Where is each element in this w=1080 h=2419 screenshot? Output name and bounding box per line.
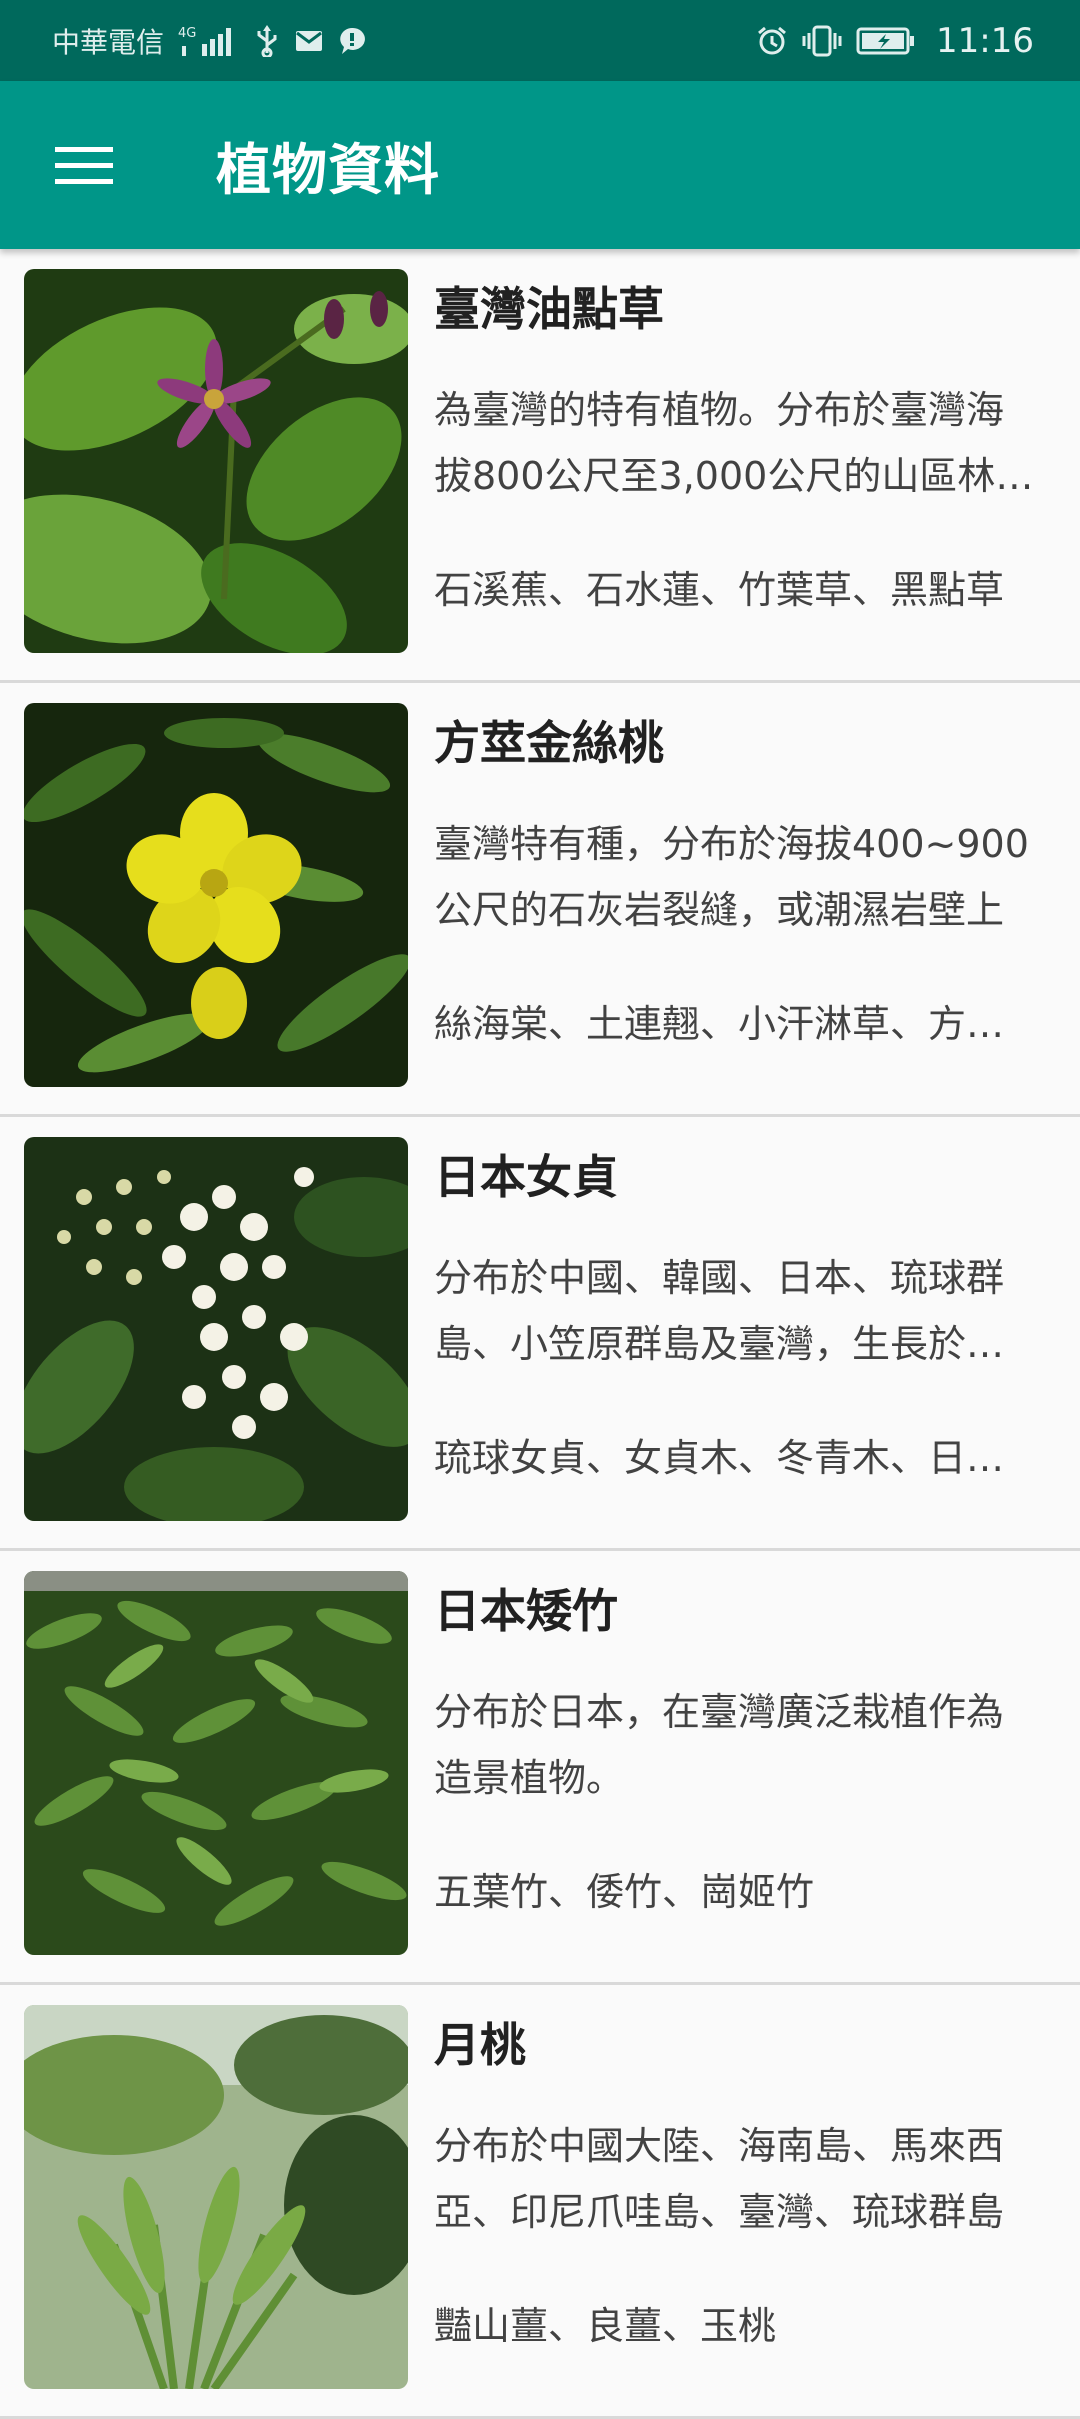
vibrate-icon — [802, 25, 842, 57]
plant-aliases: 絲海棠、土連翹、小汗淋草、方莖金絲桃 — [434, 1002, 1034, 1046]
plant-list-item[interactable]: 臺灣油點草 為臺灣的特有植物。分布於臺灣海拔800公尺至3,000公尺的山區林下… — [0, 249, 1080, 683]
plant-list-item[interactable]: 方莖金絲桃 臺灣特有種，分布於海拔400~900公尺的石灰岩裂縫，或潮濕岩壁上 … — [0, 683, 1080, 1117]
plant-thumbnail — [24, 269, 408, 653]
plant-thumbnail — [24, 703, 408, 1087]
plant-description: 分布於日本，在臺灣廣泛栽植作為造景植物。 — [434, 1690, 1005, 1800]
status-bar-left: 中華電信 4G — [52, 21, 366, 61]
plant-thumbnail — [24, 1137, 408, 1521]
plant-name: 日本矮竹 — [434, 1584, 618, 1638]
plant-description: 為臺灣的特有植物。分布於臺灣海拔800公尺至3,000公尺的山區林下或潮濕處 — [434, 388, 1034, 498]
mail-icon — [294, 28, 324, 54]
plant-aliases: 石溪蕉、石水蓮、竹葉草、黑點草 — [434, 568, 1005, 612]
signal-icon: 4G — [178, 24, 240, 58]
carrier-label: 中華電信 — [52, 25, 165, 59]
status-bar-right: 11:16 — [756, 21, 1034, 61]
status-bar: 中華電信 4G 11:16 — [0, 0, 1080, 81]
menu-button[interactable] — [0, 81, 170, 249]
plant-description: 分布於中國、韓國、日本、琉球群島、小笠原群島及臺灣，生長於低海拔森林 — [434, 1256, 1005, 1366]
plant-list[interactable]: 臺灣油點草 為臺灣的特有植物。分布於臺灣海拔800公尺至3,000公尺的山區林下… — [0, 249, 1080, 2419]
chat-icon — [338, 26, 366, 56]
battery-charging-icon — [856, 26, 916, 56]
usb-icon — [254, 24, 280, 57]
plant-name: 日本女貞 — [434, 1150, 618, 1204]
plant-aliases: 五葉竹、倭竹、崗姬竹 — [434, 1870, 815, 1914]
plant-name: 臺灣油點草 — [434, 282, 664, 336]
plant-thumbnail — [24, 1571, 408, 1955]
clock: 11:16 — [936, 20, 1034, 61]
plant-list-item[interactable]: 月桃 分布於中國大陸、海南島、馬來西亞、印尼爪哇島、臺灣、琉球群島 豔山薑、良薑… — [0, 1985, 1080, 2419]
plant-aliases: 豔山薑、良薑、玉桃 — [434, 2304, 777, 2348]
alarm-icon — [756, 25, 788, 57]
page-title: 植物資料 — [216, 138, 441, 202]
plant-name: 方莖金絲桃 — [434, 716, 664, 770]
plant-name: 月桃 — [434, 2018, 526, 2072]
plant-list-item[interactable]: 日本矮竹 分布於日本，在臺灣廣泛栽植作為造景植物。 五葉竹、倭竹、崗姬竹 — [0, 1551, 1080, 1985]
plant-description: 臺灣特有種，分布於海拔400~900公尺的石灰岩裂縫，或潮濕岩壁上 — [434, 822, 1029, 932]
plant-thumbnail — [24, 2005, 408, 2389]
hamburger-menu-icon — [55, 147, 113, 184]
network-type-label: 4G — [178, 26, 196, 41]
app-bar: 植物資料 — [0, 81, 1080, 249]
plant-list-item[interactable]: 日本女貞 分布於中國、韓國、日本、琉球群島、小笠原群島及臺灣，生長於低海拔森林 … — [0, 1117, 1080, 1551]
plant-aliases: 琉球女貞、女貞木、冬青木、日本女貞 — [434, 1436, 1034, 1480]
plant-description: 分布於中國大陸、海南島、馬來西亞、印尼爪哇島、臺灣、琉球群島 — [434, 2124, 1005, 2234]
